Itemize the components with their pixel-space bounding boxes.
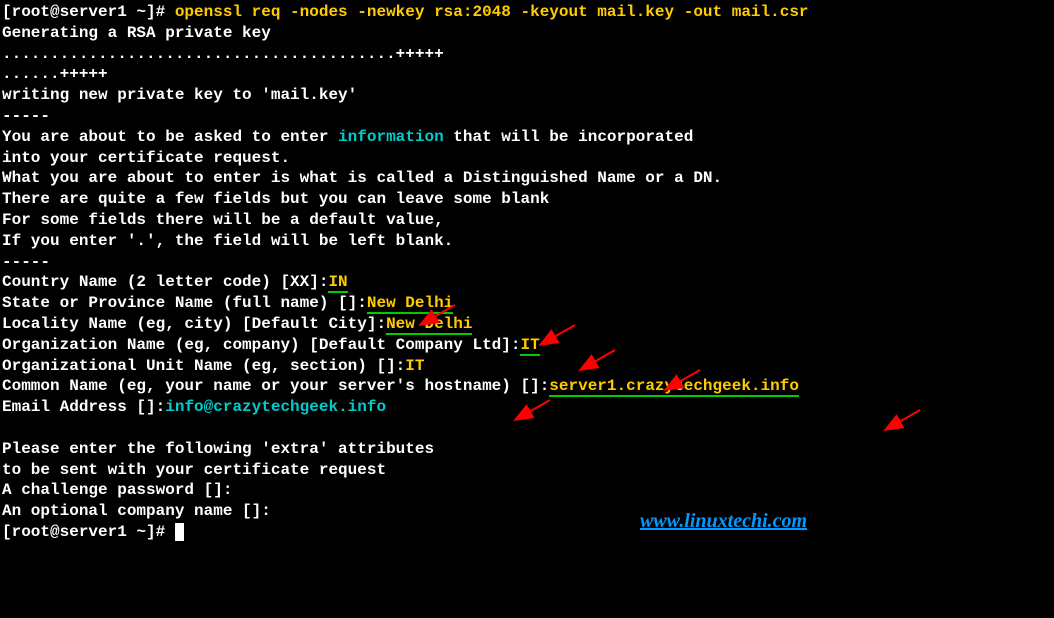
ou-value[interactable]: IT bbox=[405, 357, 424, 375]
ou-prompt: Organizational Unit Name (eg, section) [… bbox=[2, 357, 405, 375]
country-prompt: Country Name (2 letter code) [XX]: bbox=[2, 273, 328, 291]
country-value[interactable]: IN bbox=[328, 273, 347, 293]
optcompany-prompt[interactable]: An optional company name []: bbox=[2, 502, 271, 520]
extra1: Please enter the following 'extra' attri… bbox=[2, 440, 434, 458]
challenge-prompt[interactable]: A challenge password []: bbox=[2, 481, 232, 499]
cursor bbox=[175, 523, 185, 541]
cn-value[interactable]: server1.crazytechgeek.info bbox=[549, 377, 799, 397]
watermark-text: www.linuxtechi.com bbox=[640, 508, 807, 534]
output-dash1: ----- bbox=[2, 107, 50, 125]
prompt-user-host: [root@server1 ~]# bbox=[2, 3, 175, 21]
extra2: to be sent with your certificate request bbox=[2, 461, 386, 479]
org-value[interactable]: IT bbox=[520, 336, 539, 356]
terminal-output: [root@server1 ~]# openssl req -nodes -ne… bbox=[2, 2, 1052, 543]
state-prompt: State or Province Name (full name) []: bbox=[2, 294, 367, 312]
output-about2: into your certificate request. bbox=[2, 149, 290, 167]
locality-value[interactable]: New Delhi bbox=[386, 315, 472, 335]
output-dots1: ........................................… bbox=[2, 45, 444, 63]
command-text: openssl req -nodes -newkey rsa:2048 -key… bbox=[175, 3, 809, 21]
email-value[interactable]: info@crazytechgeek.info bbox=[165, 398, 386, 416]
locality-prompt: Locality Name (eg, city) [Default City]: bbox=[2, 315, 386, 333]
output-writing: writing new private key to 'mail.key' bbox=[2, 86, 357, 104]
output-about5: For some fields there will be a default … bbox=[2, 211, 444, 229]
org-prompt: Organization Name (eg, company) [Default… bbox=[2, 336, 520, 354]
output-about1a: You are about to be asked to enter bbox=[2, 128, 338, 146]
email-prompt: Email Address []: bbox=[2, 398, 165, 416]
output-about3: What you are about to enter is what is c… bbox=[2, 169, 722, 187]
cn-prompt: Common Name (eg, your name or your serve… bbox=[2, 377, 549, 395]
output-dots2: ......+++++ bbox=[2, 65, 108, 83]
output-about1b: information bbox=[338, 128, 444, 146]
prompt2-user-host[interactable]: [root@server1 ~]# bbox=[2, 523, 175, 541]
state-value[interactable]: New Delhi bbox=[367, 294, 453, 314]
output-about6: If you enter '.', the field will be left… bbox=[2, 232, 453, 250]
output-generating: Generating a RSA private key bbox=[2, 24, 271, 42]
output-about1c: that will be incorporated bbox=[444, 128, 694, 146]
output-about4: There are quite a few fields but you can… bbox=[2, 190, 549, 208]
output-dash2: ----- bbox=[2, 253, 50, 271]
